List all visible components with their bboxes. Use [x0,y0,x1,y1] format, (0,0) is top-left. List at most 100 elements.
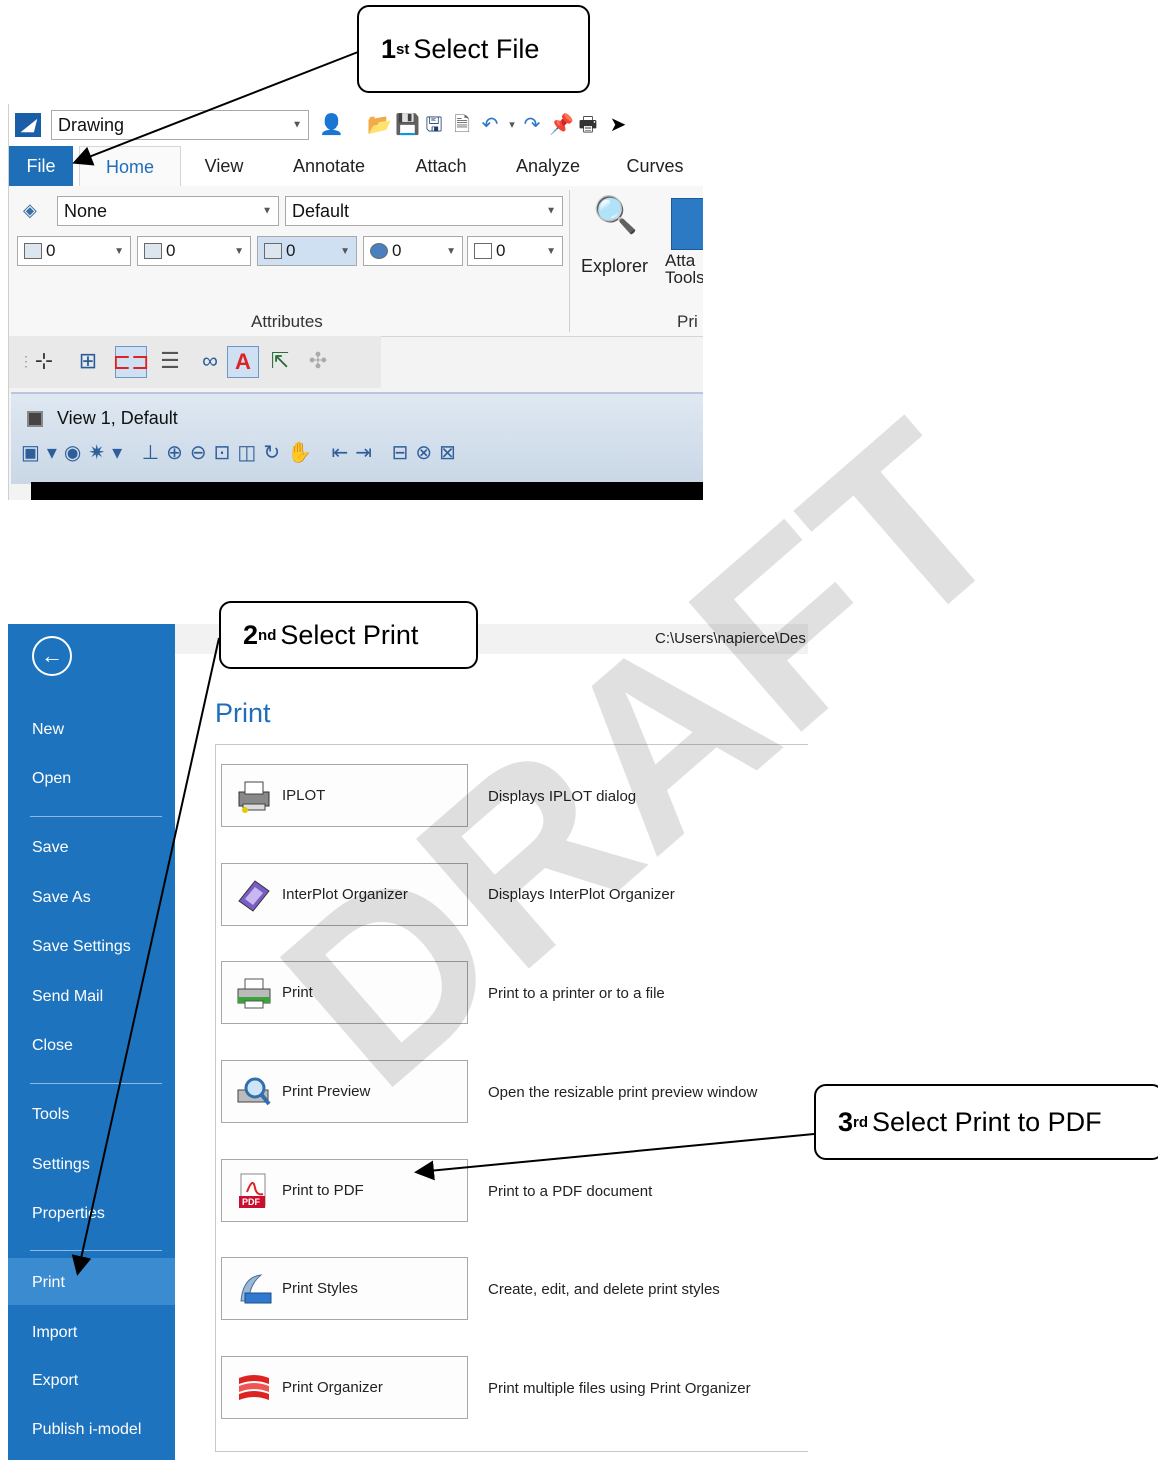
snap-icon[interactable]: ✣ [303,346,333,376]
undo-icon[interactable]: ↶ [479,114,501,136]
sidebar-item-save-as[interactable]: Save As [32,889,91,907]
sidebar-item-settings[interactable]: Settings [32,1156,90,1174]
color-combo[interactable]: 0 ▼ [17,236,131,266]
accudraw-icon[interactable]: ⊹ [29,346,59,376]
level-combo-value: None [64,200,108,221]
properties-icon[interactable]: 🗎 [451,114,473,136]
print-button[interactable]: Print [221,961,468,1024]
view-control-toolbar[interactable]: ▣▾◉✷▾ ⊥⊕⊖⊡◫↻✋ ⇤⇥ ⊟⊗⊠ [21,440,463,470]
open-folder-icon[interactable]: 📂 [367,114,392,136]
sidebar-divider [30,1083,162,1084]
sidebar-item-send-mail[interactable]: Send Mail [32,988,103,1006]
back-arrow-icon[interactable]: ← [32,636,72,676]
sidebar-item-close[interactable]: Close [32,1037,73,1055]
print-to-pdf-button[interactable]: PDF Print to PDF [221,1159,468,1222]
save-icon[interactable]: 💾 [395,114,420,136]
tab-attach[interactable]: Attach [401,146,481,186]
sidebar-item-save-settings[interactable]: Save Settings [32,938,131,956]
chevron-down-icon: ▼ [546,205,556,217]
sidebar-item-properties[interactable]: Properties [32,1205,105,1223]
priority-combo[interactable]: 0 ▼ [467,236,563,266]
callout-step-3: 3rd Select Print to PDF [814,1084,1158,1160]
tab-analyze[interactable]: Analyze [503,146,593,186]
view-canvas[interactable] [31,482,703,500]
print-organizer-icon [234,1368,274,1408]
sidebar-item-new[interactable]: New [32,721,64,739]
linestyle-value: 0 [166,241,176,260]
style-combo[interactable]: Default ▼ [285,196,563,226]
print-organizer-button[interactable]: Print Organizer [221,1356,468,1419]
printer-icon [234,973,274,1013]
workflow-combo[interactable]: Drawing ▼ [51,110,309,140]
transparency-value: 0 [392,241,402,260]
sidebar-item-open[interactable]: Open [32,770,71,788]
tab-file[interactable]: File [9,146,73,186]
linestyle-combo[interactable]: 0 ▼ [137,236,251,266]
iplot-button[interactable]: IPLOT [221,764,468,827]
print-preview-icon [234,1072,274,1112]
text-style-icon[interactable]: A [227,346,259,378]
sidebar-item-save[interactable]: Save [32,839,68,857]
dimension-icon[interactable]: ⊏⊐ [113,346,149,378]
cursor-icon[interactable]: ➤ [607,114,629,136]
iplot-label: IPLOT [282,787,326,804]
view-title[interactable]: View 1, Default [27,408,178,429]
interplot-organizer-label: InterPlot Organizer [282,886,408,903]
iplot-description: Displays IPLOT dialog [488,788,637,805]
print-styles-label: Print Styles [282,1280,358,1297]
quick-access-toolbar: ◢ Drawing ▼ 👤 📂 💾 🖫 🗎 ↶ ▾ ↷ 📌 🖶 ➤ [9,104,703,146]
chevron-down-icon: ▼ [340,245,350,257]
callout-2-number: 2 [243,619,259,650]
callout-2-text: Select Print [280,619,419,650]
tab-home[interactable]: Home [79,146,181,188]
pin-icon[interactable]: 📌 [549,114,574,136]
interplot-organizer-button[interactable]: InterPlot Organizer [221,863,468,926]
explorer-folder-icon[interactable]: 🔍 [593,194,638,236]
print-to-pdf-label: Print to PDF [282,1182,364,1199]
explorer-label[interactable]: Explorer [581,256,648,277]
print-organizer-description: Print multiple files using Print Organiz… [488,1380,751,1397]
print-styles-description: Create, edit, and delete print styles [488,1281,720,1298]
level-combo[interactable]: None ▼ [57,196,279,226]
sidebar-item-tools[interactable]: Tools [32,1106,69,1124]
app-logo-icon[interactable]: ◢ [15,113,41,137]
weight-combo[interactable]: 0 ▼ [257,236,357,266]
attach-tools-icon[interactable] [671,198,703,250]
priority-icon [474,243,492,259]
attach-tools-label-line1: Atta [665,251,696,270]
workflow-combo-value: Drawing [58,114,125,135]
save-all-icon[interactable]: 🖫 [423,114,445,136]
backstage-sidebar: ← New Open Save Save As Save Settings Se… [8,624,175,1460]
print-icon[interactable]: 🖶 [577,114,599,136]
redo-icon[interactable]: ↷ [521,114,543,136]
references-icon[interactable]: ∞ [195,346,225,376]
sidebar-item-import[interactable]: Import [32,1324,77,1342]
sidebar-item-publish-imodel[interactable]: Publish i-model [32,1421,141,1439]
sidebar-item-export[interactable]: Export [32,1372,78,1390]
callout-1-suffix: st [396,40,410,58]
print-organizer-label: Print Organizer [282,1379,383,1396]
chevron-down-icon: ▼ [234,245,244,257]
ribbon-screenshot: ◢ Drawing ▼ 👤 📂 💾 🖫 🗎 ↶ ▾ ↷ 📌 🖶 ➤ File H… [8,104,703,500]
print-preview-button[interactable]: Print Preview [221,1060,468,1123]
sidebar-item-print[interactable]: Print [32,1274,65,1292]
levels-icon[interactable]: ☰ [155,346,185,376]
print-styles-button[interactable]: Print Styles [221,1257,468,1320]
file-path: C:\Users\napierce\Des [655,630,806,647]
print-preview-label: Print Preview [282,1083,371,1100]
tab-curves[interactable]: Curves [615,146,695,186]
transform-icon[interactable]: ⇱ [265,346,295,376]
interplot-organizer-icon [234,875,274,915]
transparency-combo[interactable]: 0 ▼ [363,236,463,266]
callout-1-number: 1 [381,33,397,64]
attach-tools-label[interactable]: Atta Tools [665,252,703,286]
linestyle-icon [144,243,162,259]
tab-view[interactable]: View [189,146,259,186]
sidebar-divider [30,816,162,817]
pdf-badge-text: PDF [242,1196,260,1207]
print-preview-description: Open the resizable print preview window [488,1084,758,1101]
user-icon[interactable]: 👤 [319,114,344,136]
dropdown-icon[interactable]: ▾ [501,114,523,136]
grid-icon[interactable]: ⊞ [73,346,103,376]
tab-annotate[interactable]: Annotate [281,146,377,186]
